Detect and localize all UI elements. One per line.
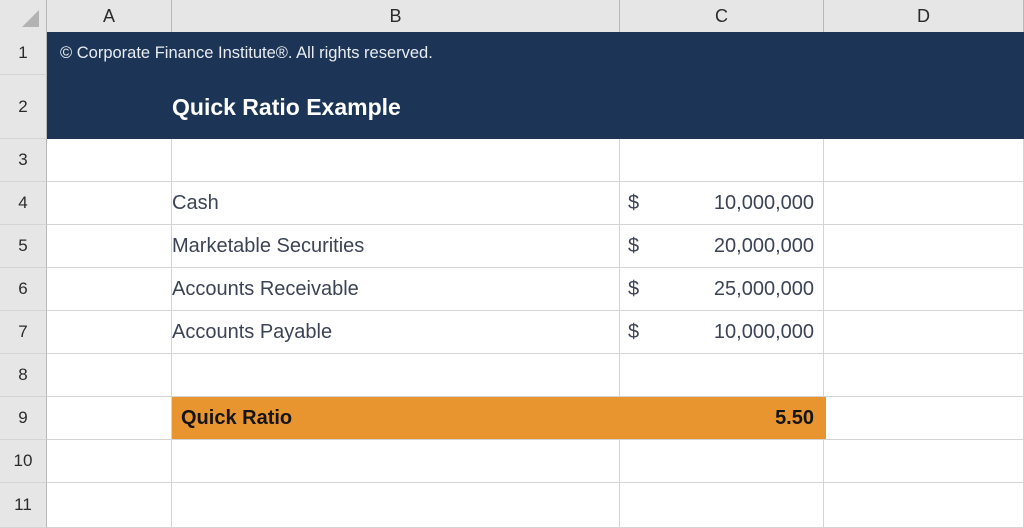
select-all-triangle-icon — [22, 10, 39, 27]
row-header-4[interactable]: 4 — [0, 182, 47, 225]
row-header-11[interactable]: 11 — [0, 483, 47, 528]
table-row-currency[interactable]: $ — [628, 225, 652, 268]
row-header-6[interactable]: 6 — [0, 268, 47, 311]
column-header-strip: ABCD — [0, 0, 1024, 32]
row-header-8[interactable]: 8 — [0, 354, 47, 397]
table-row-value[interactable]: 25,000,000 — [652, 268, 814, 311]
row-header-5[interactable]: 5 — [0, 225, 47, 268]
spreadsheet-canvas: © Corporate Finance Institute®. All righ… — [0, 0, 1024, 528]
table-row-label[interactable]: Accounts Receivable — [172, 268, 612, 311]
table-row-value[interactable]: 10,000,000 — [652, 311, 814, 354]
table-row-currency[interactable]: $ — [628, 311, 652, 354]
quick-ratio-result-bar[interactable]: Quick Ratio 5.50 — [172, 397, 826, 439]
title-banner: © Corporate Finance Institute®. All righ… — [47, 32, 1024, 139]
row-header-2[interactable]: 2 — [0, 75, 47, 139]
table-row-value[interactable]: 20,000,000 — [652, 225, 814, 268]
column-header-b[interactable]: B — [172, 0, 620, 32]
column-header-a[interactable]: A — [47, 0, 172, 32]
column-header-c[interactable]: C — [620, 0, 824, 32]
row-header-1[interactable]: 1 — [0, 32, 47, 75]
table-row-label[interactable]: Cash — [172, 182, 612, 225]
table-row-label[interactable]: Accounts Payable — [172, 311, 612, 354]
copyright-text: © Corporate Finance Institute®. All righ… — [60, 44, 433, 62]
row-header-3[interactable]: 3 — [0, 139, 47, 182]
gridline-horizontal — [47, 439, 1024, 440]
select-all-button[interactable] — [0, 0, 47, 32]
gridline-horizontal — [47, 482, 1024, 483]
table-row-currency[interactable]: $ — [628, 182, 652, 225]
table-row-value[interactable]: 10,000,000 — [652, 182, 814, 225]
row-header-7[interactable]: 7 — [0, 311, 47, 354]
quick-ratio-value: 5.50 — [775, 407, 814, 429]
table-row-label[interactable]: Marketable Securities — [172, 225, 612, 268]
quick-ratio-label: Quick Ratio — [181, 407, 293, 429]
row-header-10[interactable]: 10 — [0, 440, 47, 483]
row-header-9[interactable]: 9 — [0, 397, 47, 440]
table-row-currency[interactable]: $ — [628, 268, 652, 311]
column-header-d[interactable]: D — [824, 0, 1024, 32]
worksheet-title: Quick Ratio Example — [172, 94, 401, 120]
